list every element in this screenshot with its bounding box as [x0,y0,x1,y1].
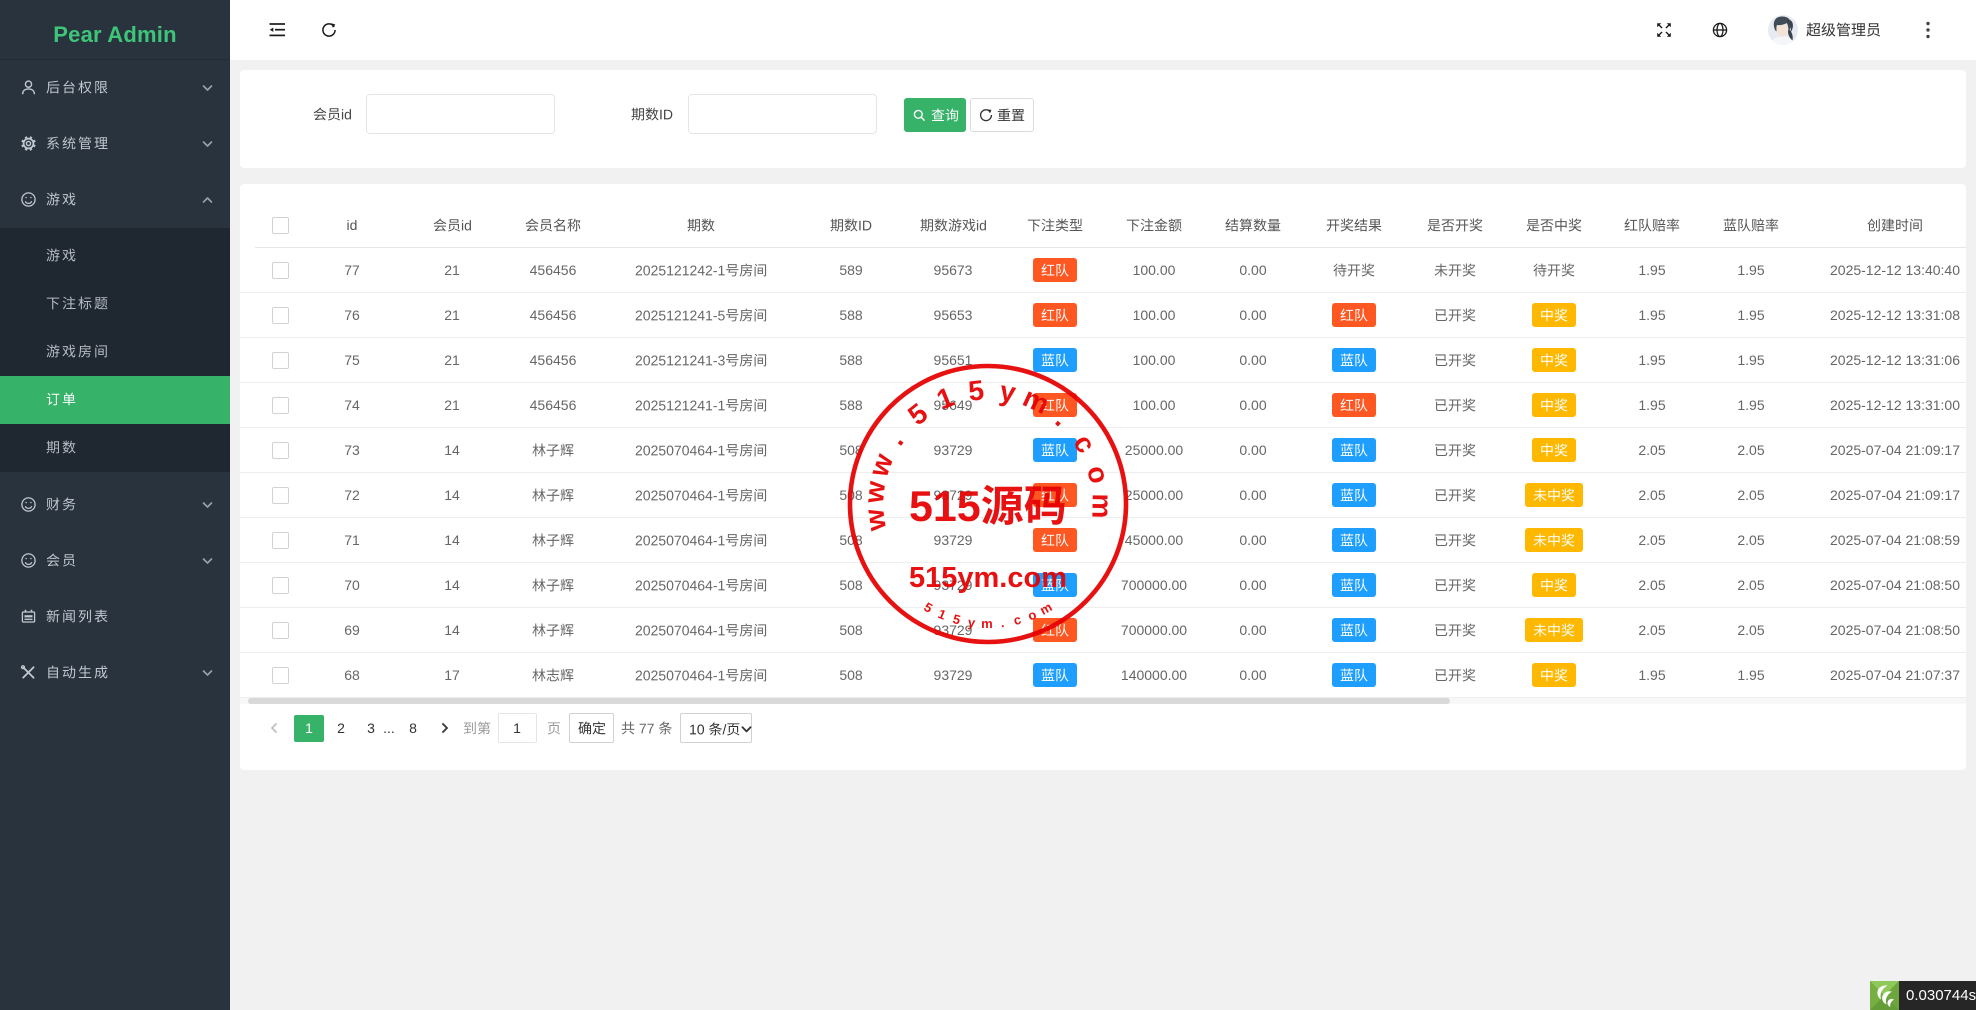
svg-text:5: 5 [951,611,962,627]
svg-text:5: 5 [921,599,935,616]
svg-text:m: m [1086,493,1117,518]
svg-text:.: . [1050,404,1076,433]
svg-text:w: w [862,449,899,481]
svg-text:.: . [880,427,910,451]
svg-text:o: o [1026,607,1039,624]
svg-text:m: m [981,616,993,631]
svg-text:y: y [967,614,977,630]
svg-text:515ym.com: 515ym.com [909,562,1067,594]
svg-text:.: . [1000,615,1005,630]
svg-text:c: c [1067,429,1102,459]
svg-text:5: 5 [967,374,986,406]
svg-text:w: w [858,507,892,534]
svg-text:1: 1 [936,606,948,623]
svg-text:1: 1 [932,381,958,416]
svg-text:m: m [1018,381,1054,420]
svg-text:5: 5 [902,397,933,431]
svg-text:w: w [858,479,891,505]
svg-text:y: y [997,375,1018,408]
svg-text:m: m [1037,599,1054,618]
svg-text:o: o [1081,462,1115,487]
svg-text:c: c [1012,612,1023,628]
